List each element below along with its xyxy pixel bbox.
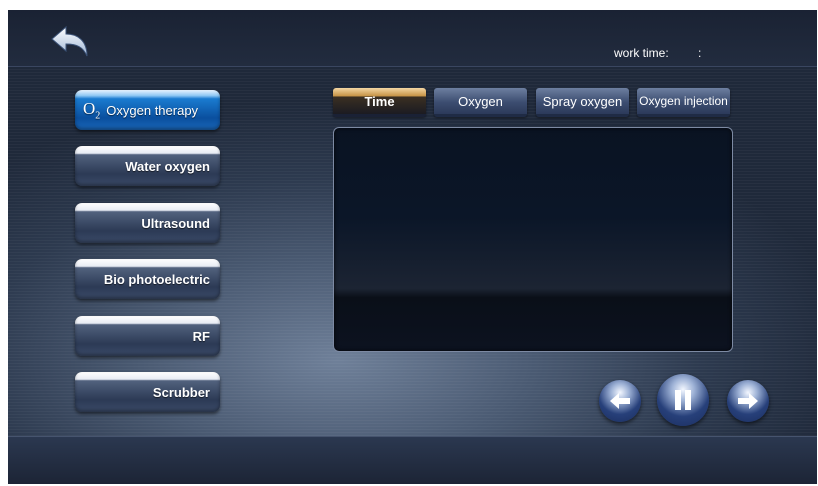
pause-icon <box>675 390 691 410</box>
tab-label: Spray oxygen <box>542 93 623 109</box>
sidebar-item-rf[interactable]: RF <box>75 316 220 356</box>
arrow-left-icon <box>610 393 630 409</box>
sidebar-item-water-oxygen[interactable]: Water oxygen <box>75 146 220 186</box>
sidebar-item-label: Ultrasound <box>141 215 210 231</box>
sidebar-item-ultrasound[interactable]: Ultrasound <box>75 203 220 243</box>
pause-button[interactable] <box>657 374 709 426</box>
tab-label: Oxygen injection <box>639 94 728 108</box>
tab-oxygen-injection[interactable]: Oxygen injection <box>637 88 730 117</box>
tab-spray-oxygen[interactable]: Spray oxygen <box>536 88 629 117</box>
tab-label: Time <box>364 93 395 109</box>
next-button[interactable] <box>727 380 769 422</box>
sidebar-item-label: RF <box>192 328 210 344</box>
back-button[interactable] <box>50 25 90 59</box>
sidebar-item-label: Oxygen therapy <box>106 102 199 118</box>
bottom-bar <box>8 436 817 484</box>
sidebar-item-label: Water oxygen <box>125 158 210 174</box>
top-bar: work time: : <box>8 10 817 67</box>
tab-label: Oxygen <box>458 93 503 109</box>
display-panel <box>333 127 733 352</box>
back-arrow-icon <box>51 25 88 57</box>
arrow-right-icon <box>738 393 758 409</box>
tab-time[interactable]: Time <box>333 88 426 117</box>
sidebar-item-oxygen-therapy[interactable]: O2 Oxygen therapy <box>75 90 220 130</box>
work-time: work time: : <box>614 46 701 60</box>
sidebar-item-label: Bio photoelectric <box>103 271 210 287</box>
sidebar-item-label: Scrubber <box>152 384 210 400</box>
o2-icon: O2 <box>83 98 101 122</box>
tab-oxygen[interactable]: Oxygen <box>434 88 527 117</box>
screen: work time: : O2 Oxygen therapy Water oxy… <box>8 10 817 484</box>
prev-button[interactable] <box>599 380 641 422</box>
sidebar-item-bio-photoelectric[interactable]: Bio photoelectric <box>75 259 220 299</box>
sidebar-item-scrubber[interactable]: Scrubber <box>75 372 220 412</box>
work-time-value: : <box>698 46 702 60</box>
work-time-label: work time: <box>614 46 669 60</box>
